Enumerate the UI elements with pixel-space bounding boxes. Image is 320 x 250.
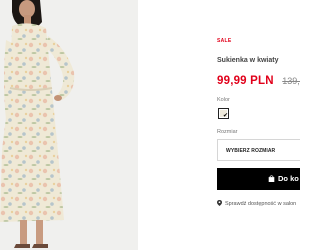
product-name: Sukienka w kwiaty [217,57,279,64]
shopping-bag-icon [268,175,275,182]
add-to-cart-label: Do ko [278,174,299,183]
size-select[interactable]: WYBIERZ ROZMIAR [217,139,300,161]
price-old: 139,9 [282,76,300,86]
price-current: 99,99 PLN [217,75,274,87]
sale-badge: SALE [217,38,232,44]
product-page: SALE Sukienka w kwiaty 99,99 PLN 139,9 K… [0,0,300,250]
location-pin-icon [217,200,222,206]
price-row: 99,99 PLN 139,9 [217,71,300,89]
size-select-placeholder: WYBIERZ ROZMIAR [226,148,276,154]
check-availability-link[interactable]: Sprawdź dostępność w salon [217,200,296,207]
checkmark-icon: ✔ [222,113,228,119]
add-to-cart-inner: Do ko [268,174,299,183]
color-label: Kolor [217,97,230,103]
color-swatch-selected[interactable]: ✔ [218,108,229,119]
product-details: SALE Sukienka w kwiaty 99,99 PLN 139,9 K… [217,0,300,250]
product-image[interactable] [0,0,138,250]
availability-text: Sprawdź dostępność w salon [225,201,297,207]
size-label: Rozmiar [217,129,238,135]
add-to-cart-button[interactable]: Do ko [217,168,300,190]
